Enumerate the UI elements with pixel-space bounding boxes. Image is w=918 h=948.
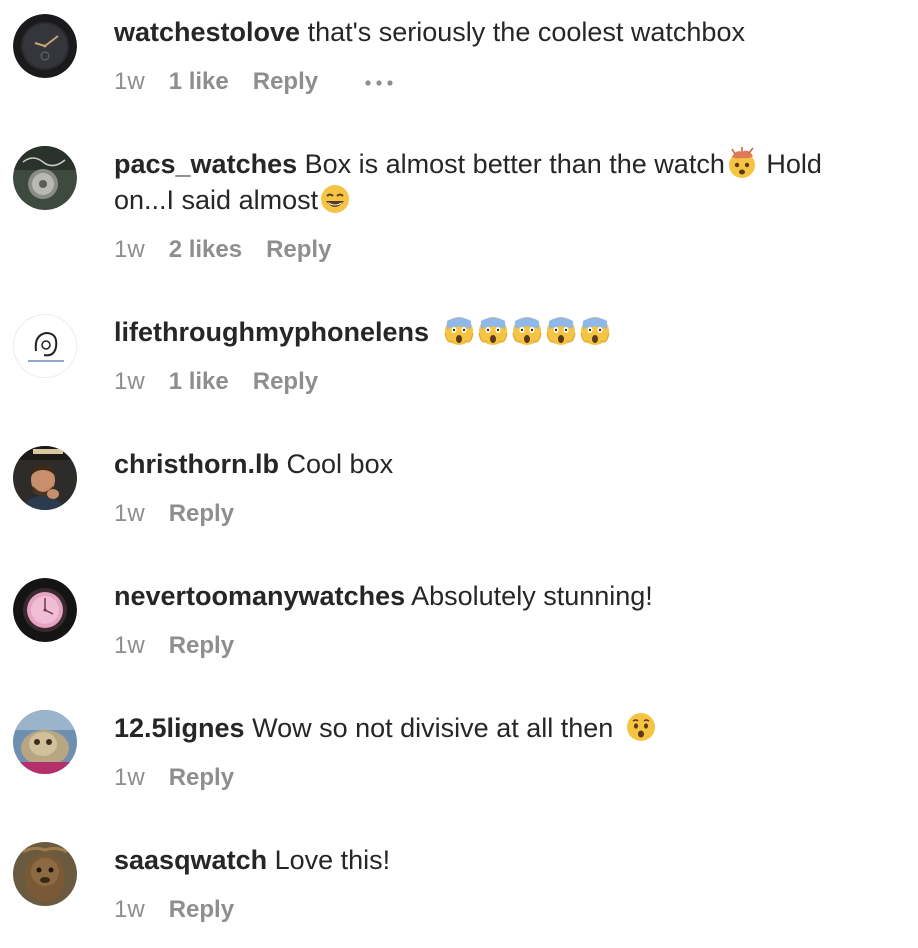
- likes-count[interactable]: 2 likes: [169, 235, 242, 265]
- cat-avatar-icon: [13, 710, 77, 774]
- watch-avatar-icon: [13, 146, 77, 210]
- username[interactable]: 12.5lignes: [114, 713, 245, 743]
- person-avatar-icon: [13, 446, 77, 510]
- comment-text: 12.5lignes Wow so not divisive at all th…: [114, 710, 889, 746]
- avatar[interactable]: [13, 710, 77, 774]
- timestamp[interactable]: 1w: [114, 499, 145, 529]
- exploding-head-emoji: [726, 147, 758, 179]
- hushed-face-emoji: [625, 711, 657, 743]
- reply-button[interactable]: Reply: [169, 763, 234, 793]
- likes-count[interactable]: 1 like: [169, 67, 229, 97]
- avatar[interactable]: [13, 314, 77, 378]
- username[interactable]: pacs_watches: [114, 149, 297, 179]
- comment-text: watchestolove that's seriously the coole…: [114, 14, 889, 50]
- comment-text: nevertoomanywatches Absolutely stunning!: [114, 578, 889, 614]
- username[interactable]: watchestolove: [114, 17, 300, 47]
- reply-button[interactable]: Reply: [169, 499, 234, 529]
- timestamp[interactable]: 1w: [114, 763, 145, 793]
- comment-meta: 1w Reply: [114, 895, 234, 925]
- timestamp[interactable]: 1w: [114, 67, 145, 97]
- timestamp[interactable]: 1w: [114, 631, 145, 661]
- comment-text: saasqwatch Love this!: [114, 842, 889, 878]
- avatar[interactable]: [13, 146, 77, 210]
- avatar[interactable]: [13, 446, 77, 510]
- face-screaming-in-fear-emoji: [477, 315, 509, 347]
- watch-avatar-icon: [13, 578, 77, 642]
- comment-meta: 1w Reply: [114, 499, 234, 529]
- face-screaming-in-fear-emoji: [511, 315, 543, 347]
- reply-button[interactable]: Reply: [253, 67, 318, 97]
- wookiee-avatar-icon: [13, 842, 77, 906]
- comment-body: Absolutely stunning!: [411, 581, 653, 611]
- reply-button[interactable]: Reply: [253, 367, 318, 397]
- comment-body: Box is almost better than the watch: [304, 149, 725, 179]
- face-screaming-in-fear-emoji: [545, 315, 577, 347]
- timestamp[interactable]: 1w: [114, 367, 145, 397]
- comment-body: Love this!: [274, 845, 391, 875]
- username[interactable]: lifethroughmyphonelens: [114, 317, 429, 347]
- comment-text: pacs_watches Box is almost better than t…: [114, 146, 889, 218]
- comment-meta: 1w 2 likes Reply: [114, 235, 331, 265]
- comment-meta: 1w 1 like Reply: [114, 367, 318, 397]
- comment-meta: 1w 1 like Reply: [114, 67, 396, 97]
- comment-meta: 1w Reply: [114, 763, 234, 793]
- comment-body: that's seriously the coolest watchbox: [307, 17, 745, 47]
- lens-logo-avatar-icon: [14, 315, 76, 377]
- reply-button[interactable]: Reply: [266, 235, 331, 265]
- reply-button[interactable]: Reply: [169, 631, 234, 661]
- reply-button[interactable]: Reply: [169, 895, 234, 925]
- comment-text: lifethroughmyphonelens: [114, 314, 889, 350]
- likes-count[interactable]: 1 like: [169, 367, 229, 397]
- comment-text: christhorn.lb Cool box: [114, 446, 889, 482]
- avatar[interactable]: [13, 14, 77, 78]
- face-screaming-in-fear-emoji: [443, 315, 475, 347]
- comment-meta: 1w Reply: [114, 631, 234, 661]
- face-screaming-in-fear-emoji: [579, 315, 611, 347]
- comment-body: Cool box: [286, 449, 394, 479]
- comment-body: Wow so not divisive at all then: [252, 713, 614, 743]
- timestamp[interactable]: 1w: [114, 895, 145, 925]
- watch-avatar-icon: [13, 14, 77, 78]
- grinning-smiling-eyes-emoji: [319, 183, 351, 215]
- username[interactable]: saasqwatch: [114, 845, 267, 875]
- username[interactable]: christhorn.lb: [114, 449, 279, 479]
- avatar[interactable]: [13, 578, 77, 642]
- ellipsis-icon[interactable]: [364, 79, 396, 87]
- timestamp[interactable]: 1w: [114, 235, 145, 265]
- username[interactable]: nevertoomanywatches: [114, 581, 405, 611]
- avatar[interactable]: [13, 842, 77, 906]
